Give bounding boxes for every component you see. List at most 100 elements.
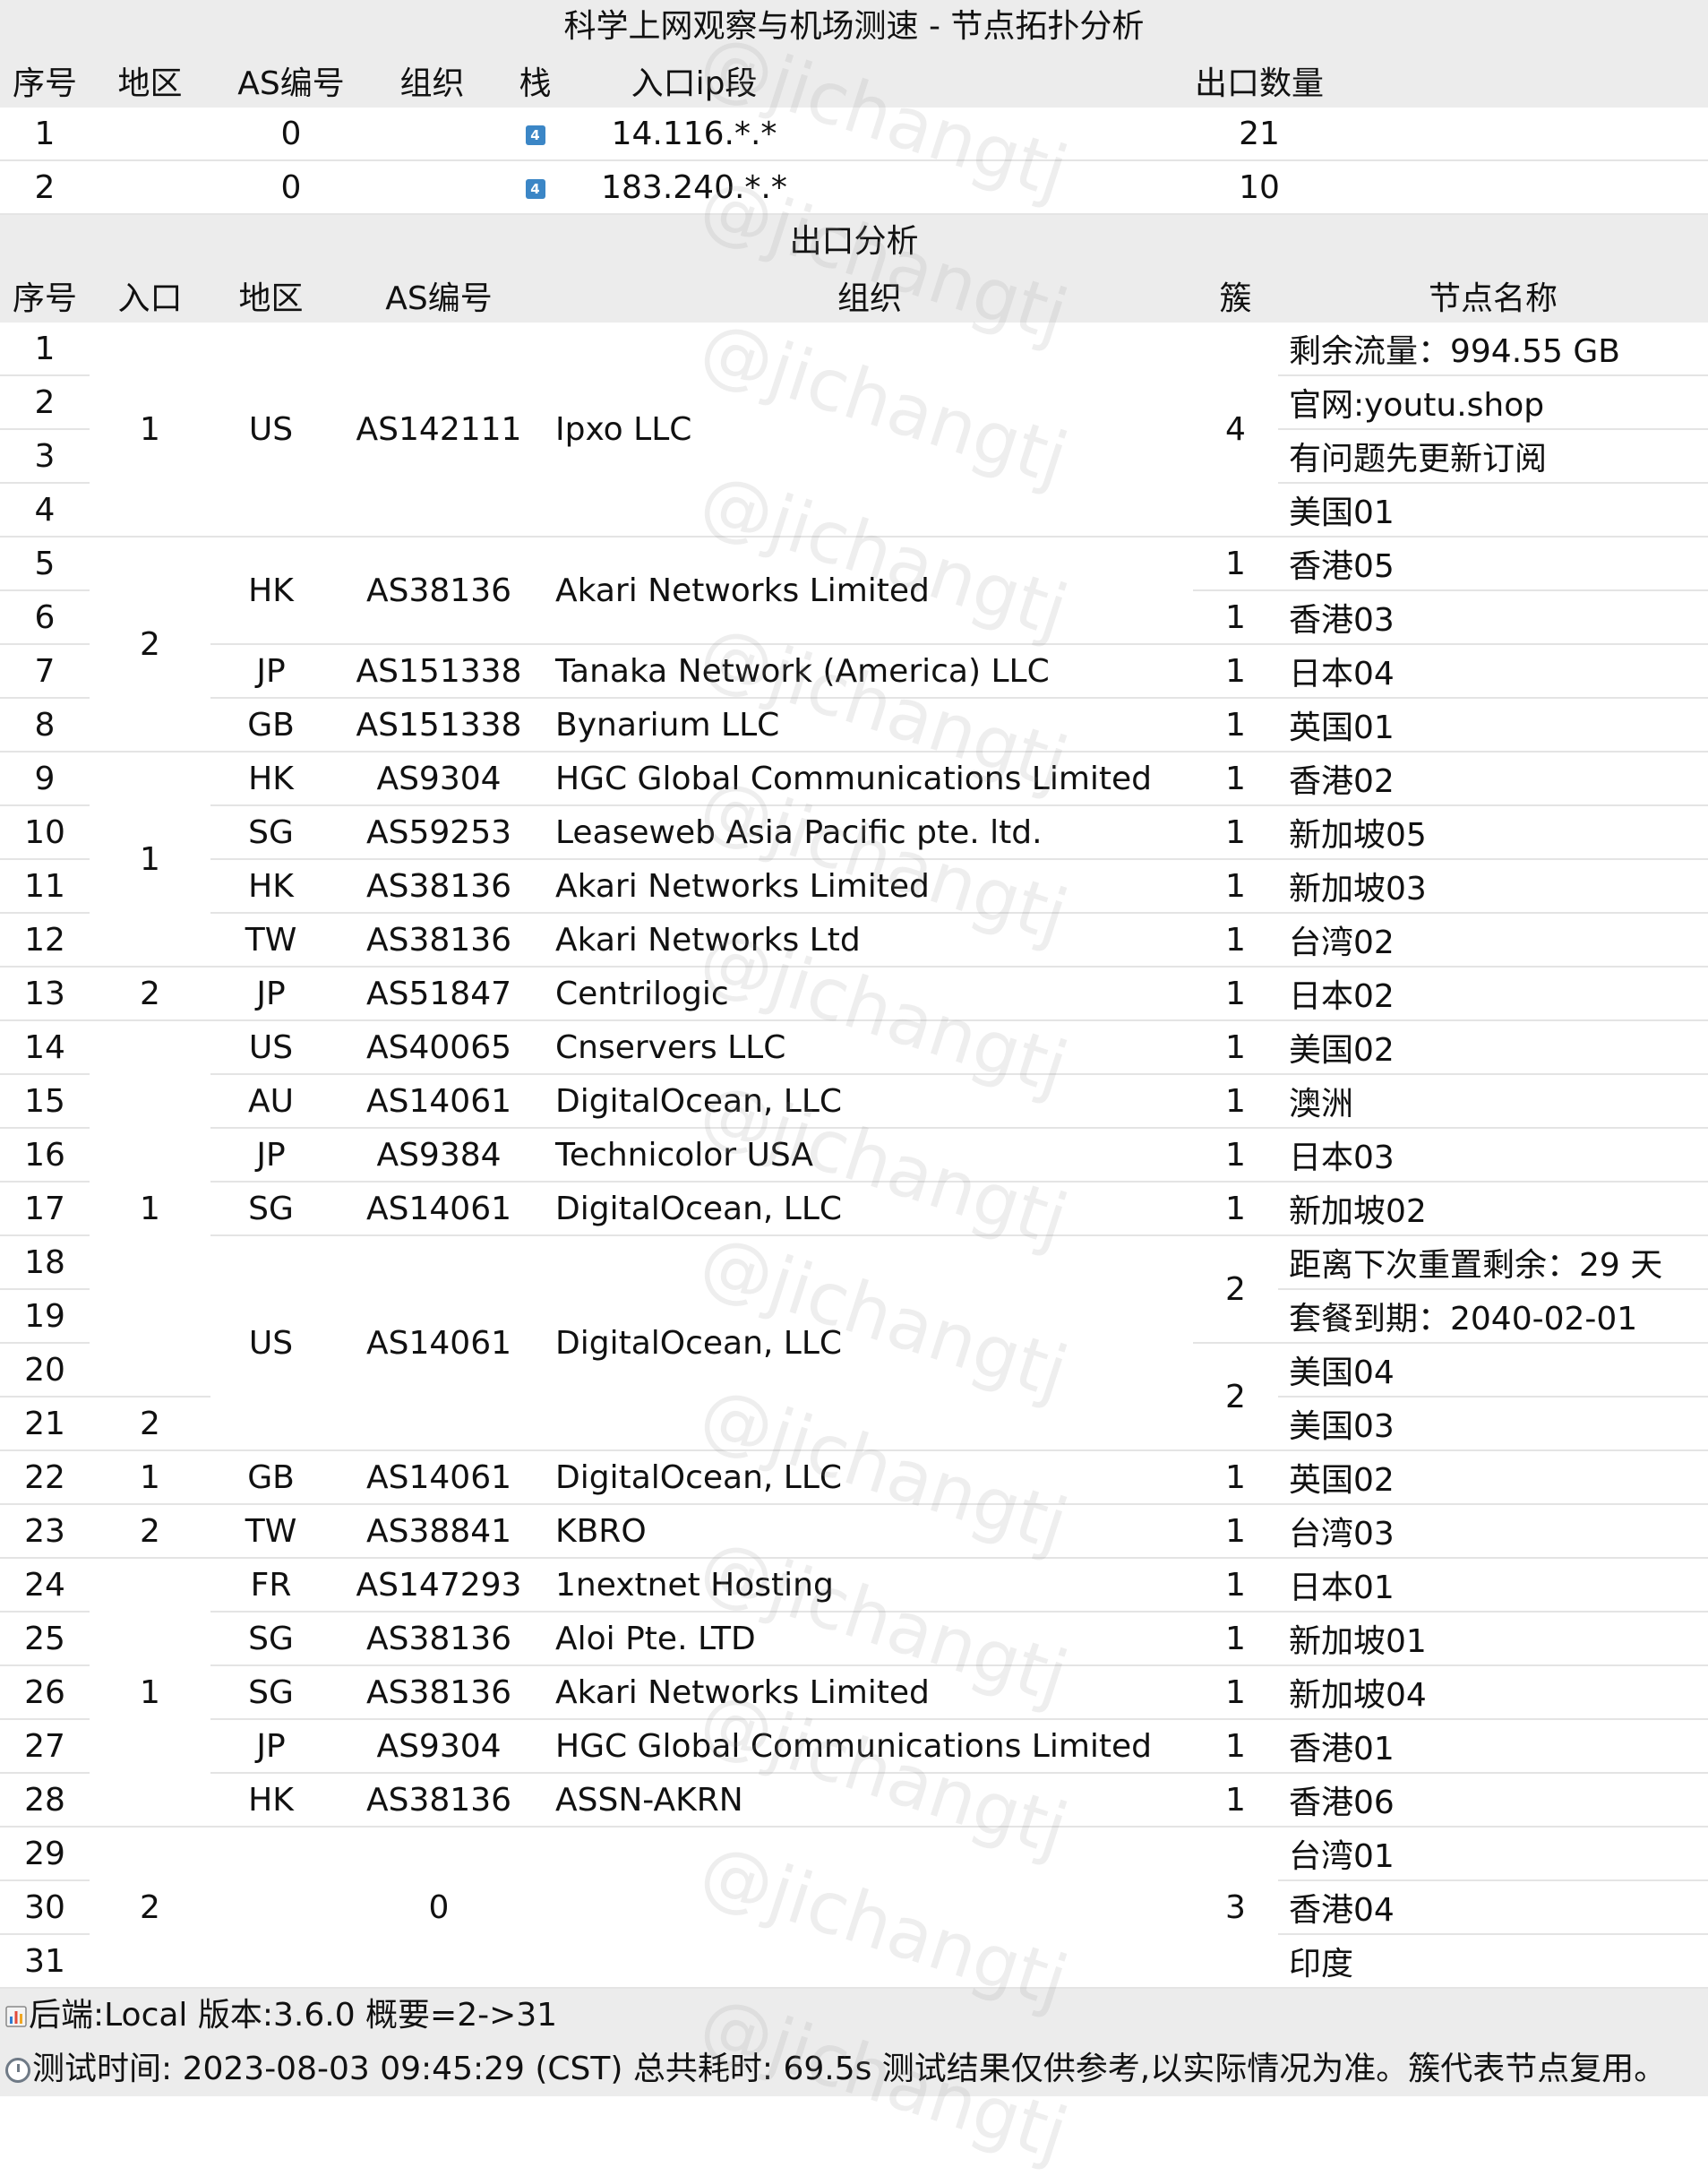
cell-region: TW — [210, 913, 331, 968]
cell-org — [546, 1827, 1193, 1989]
cell-seq: 17 — [0, 1182, 90, 1236]
cell-region: HK — [210, 1773, 331, 1828]
cell-as: AS9384 — [331, 1128, 546, 1183]
table-row: 10 SG AS59253 Leaseweb Asia Pacific pte. lt… — [0, 805, 1708, 860]
cell-seq: 20 — [0, 1343, 90, 1398]
header-entry: 入口 — [90, 269, 210, 323]
cell-cluster: 4 — [1193, 323, 1278, 538]
cell-node-name: 香港02 — [1278, 752, 1708, 806]
ipv4-stack-icon: 4 — [525, 178, 545, 199]
cell-region: US — [210, 323, 331, 538]
cell-region: TW — [210, 1504, 331, 1559]
cell-as: 0 — [210, 108, 372, 161]
cell-org: Akari Networks Limited — [546, 537, 1193, 645]
cell-seq: 28 — [0, 1773, 90, 1828]
cell-node-name: 新加坡04 — [1278, 1665, 1708, 1720]
cell-as: AS147293 — [331, 1558, 546, 1613]
cell-org: Akari Networks Ltd — [546, 913, 1193, 968]
report-image: 科学上网观察与机场测速 - 节点拓扑分析 序号 地区 AS编号 组织 栈 入口i… — [0, 0, 1708, 2176]
cell-cluster: 1 — [1193, 698, 1278, 753]
table-row: 14 1 US AS40065 Cnservers LLC 1 美国02 — [0, 1020, 1708, 1398]
cell-entry: 2 — [90, 1827, 210, 1989]
cell-seq: 30 — [0, 1880, 90, 1935]
table-row: 5 2 HK AS38136 Akari Networks Limited 1 香港05 — [0, 537, 1708, 753]
cell-seq: 7 — [0, 644, 90, 699]
cell-cluster: 1 — [1193, 1128, 1278, 1183]
table-row: 25 SG AS38136 Aloi Pte. LTD 1 新加坡01 — [0, 1612, 1708, 1666]
cell-seq: 6 — [0, 590, 90, 645]
cell-node-name: 官网:youtu.shop — [1278, 375, 1708, 430]
cell-node-name: 距离下次重置剩余：29 天 — [1278, 1235, 1708, 1290]
cell-region: SG — [210, 805, 331, 860]
cell-org: Leaseweb Asia Pacific pte. ltd. — [546, 805, 1193, 860]
cell-cluster: 1 — [1193, 1504, 1278, 1559]
cell-entry: 1 — [90, 1020, 210, 1398]
cell-region: GB — [210, 698, 331, 753]
cell-node-name: 台湾02 — [1278, 913, 1708, 968]
cell-as: AS38136 — [331, 1773, 546, 1828]
table-row: 9 1 HK AS9304 HGC Global Communications Limi… — [0, 752, 1708, 968]
cell-cluster: 1 — [1193, 1773, 1278, 1828]
exit-table-body: 1 1 US AS142111 Ipxo LLC 4 剩余流量：994.55 GB 2 官网:y… — [0, 323, 1708, 1989]
table-row: 17 SG AS14061 DigitalOcean, LLC 1 新加坡02 — [0, 1182, 1708, 1236]
table-row: 16 JP AS9384 Technicolor USA 1 日本03 — [0, 1128, 1708, 1183]
cell-seq: 1 — [0, 108, 90, 161]
cell-org: DigitalOcean, LLC — [546, 1074, 1193, 1129]
test-time-info: 测试时间: 2023-08-03 09:45:29 (CST) 总共耗时: 69… — [0, 2043, 1708, 2096]
cell-seq: 9 — [0, 752, 90, 806]
header-region: 地区 — [90, 54, 210, 108]
cell-node-name: 新加坡01 — [1278, 1612, 1708, 1666]
cell-cluster: 1 — [1193, 1020, 1278, 1075]
cell-org: ASSN-AKRN — [546, 1773, 1193, 1828]
cell-as: AS151338 — [331, 644, 546, 699]
cell-cluster: 1 — [1193, 1558, 1278, 1613]
cell-org: HGC Global Communications Limited — [546, 1719, 1193, 1774]
cell-cluster: 1 — [1193, 1612, 1278, 1666]
cell-region: GB — [210, 1450, 331, 1505]
cell-node-name: 美国03 — [1278, 1397, 1708, 1451]
cell-region: SG — [210, 1665, 331, 1720]
cell-region — [90, 160, 210, 215]
cell-region: AU — [210, 1074, 331, 1129]
cell-region: JP — [210, 644, 331, 699]
cell-stack: 4 — [493, 108, 578, 161]
cell-org: 1nextnet Hosting — [546, 1558, 1193, 1613]
header-node-name: 节点名称 — [1278, 269, 1708, 323]
cell-node-name: 新加坡02 — [1278, 1182, 1708, 1236]
cell-as: AS40065 — [331, 1020, 546, 1075]
table-row: 7 JP AS151338 Tanaka Network (America) LLC 1… — [0, 644, 1708, 699]
cell-node-name: 日本01 — [1278, 1558, 1708, 1613]
header-region: 地区 — [210, 269, 331, 323]
cell-as: AS59253 — [331, 805, 546, 860]
cell-cluster: 3 — [1193, 1827, 1278, 1989]
cell-org: HGC Global Communications Limited — [546, 752, 1193, 806]
cell-org: DigitalOcean, LLC — [546, 1235, 1193, 1451]
cell-seq: 25 — [0, 1612, 90, 1666]
table-row: 15 AU AS14061 DigitalOcean, LLC 1 澳洲 — [0, 1074, 1708, 1129]
cell-cluster: 1 — [1193, 1182, 1278, 1236]
cell-node-name: 新加坡03 — [1278, 859, 1708, 914]
table-row: 1 1 US AS142111 Ipxo LLC 4 剩余流量：994.55 GB — [0, 323, 1708, 538]
cell-as: AS38136 — [331, 1665, 546, 1720]
table-row: 23 2 TW AS38841 KBRO 1 台湾03 — [0, 1504, 1708, 1559]
cell-org: Akari Networks Limited — [546, 859, 1193, 914]
cell-seq: 8 — [0, 698, 90, 753]
cell-seq: 3 — [0, 429, 90, 484]
cell-region: JP — [210, 1719, 331, 1774]
cell-cluster: 1 — [1193, 913, 1278, 968]
cell-cluster: 1 — [1193, 967, 1278, 1021]
cell-exit-count: 10 — [811, 160, 1708, 215]
cell-org: Ipxo LLC — [546, 323, 1193, 538]
cell-cluster: 1 — [1193, 805, 1278, 860]
table-row: 1 0 4 14.116.*.* 21 — [0, 108, 1708, 161]
cell-as: AS14061 — [331, 1450, 546, 1505]
table-row: 26 SG AS38136 Akari Networks Limited 1 新加坡04 — [0, 1665, 1708, 1720]
header-org: 组织 — [546, 269, 1193, 323]
exit-section-title: 出口分析 — [0, 215, 1708, 269]
cell-region: SG — [210, 1182, 331, 1236]
header-exit-count: 出口数量 — [811, 54, 1708, 108]
cell-node-name: 英国02 — [1278, 1450, 1708, 1505]
entry-table-header: 序号 地区 AS编号 组织 栈 入口ip段 出口数量 — [0, 54, 1708, 108]
cell-node-name: 剩余流量：994.55 GB — [1278, 323, 1708, 376]
cell-cluster: 1 — [1193, 590, 1278, 645]
